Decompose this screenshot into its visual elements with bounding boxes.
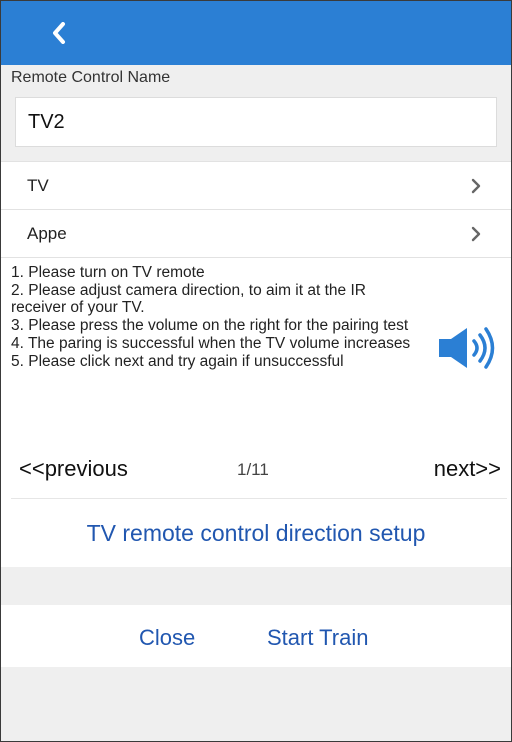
- chevron-right-icon: [471, 178, 481, 194]
- pairing-panel: 1. Please turn on TV remote 2. Please ad…: [1, 257, 511, 567]
- divider: [11, 498, 507, 499]
- start-train-button[interactable]: Start Train: [267, 625, 368, 651]
- device-type-label: TV: [27, 176, 49, 195]
- back-button[interactable]: [41, 15, 77, 51]
- close-button[interactable]: Close: [139, 625, 195, 651]
- app-frame: Remote Control Name TV Appe 1. Please tu…: [0, 0, 512, 742]
- chevron-left-icon: [53, 22, 65, 44]
- top-bar: [1, 1, 511, 65]
- previous-link[interactable]: <<previous: [19, 456, 128, 482]
- brand-label: Appe: [27, 224, 67, 243]
- remote-name-input[interactable]: [15, 97, 497, 147]
- instruction-item: 1. Please turn on TV remote: [11, 264, 205, 281]
- page-indicator: 1/11: [237, 460, 269, 479]
- action-bar: Close Start Train: [1, 605, 511, 667]
- speaker-volume-icon[interactable]: [437, 326, 497, 370]
- next-link[interactable]: next>>: [434, 456, 501, 482]
- pager: <<previous 1/11 next>>: [1, 456, 511, 492]
- instruction-item: 5. Please click next and try again if un…: [11, 352, 344, 370]
- setup-title: TV remote control direction setup: [86, 520, 426, 546]
- instruction-item: 2. Please adjust camera direction, to ai…: [11, 281, 366, 317]
- device-type-row[interactable]: TV: [1, 161, 511, 210]
- instructions-list: 1. Please turn on TV remote 2. Please ad…: [11, 264, 421, 370]
- remote-name-label: Remote Control Name: [11, 69, 171, 86]
- instruction-item: 4. The paring is successful when the TV …: [11, 334, 411, 352]
- chevron-right-icon: [471, 226, 481, 242]
- instruction-item: 3. Please press the volume on the right …: [11, 317, 409, 335]
- brand-row[interactable]: Appe: [1, 209, 511, 258]
